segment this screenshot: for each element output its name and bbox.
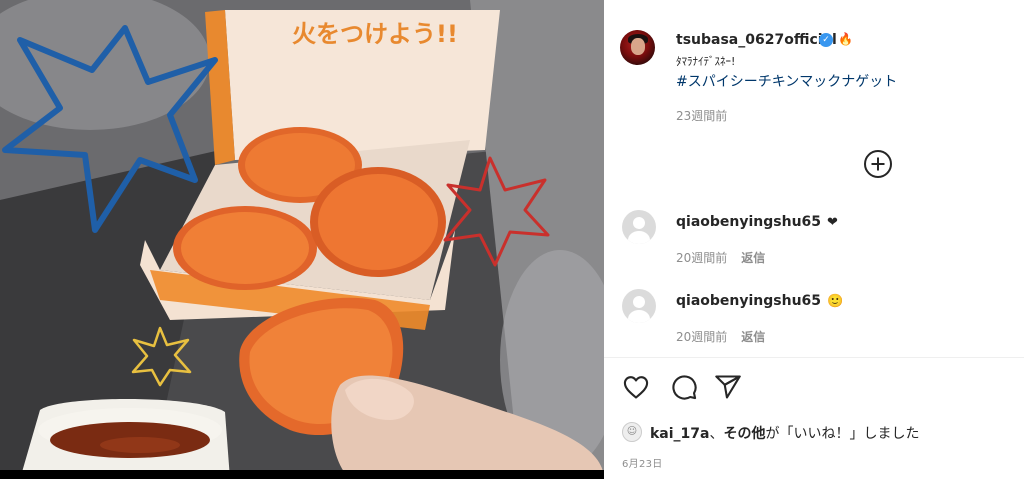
post-time-ago: 23週間前 xyxy=(676,109,728,123)
liker-username[interactable]: kai_17a xyxy=(650,426,710,442)
post-photo-artwork xyxy=(0,0,604,479)
likes-others-link[interactable]: その他 xyxy=(724,426,766,442)
likes-suffix: が「いいね！」しました xyxy=(765,426,920,442)
post-detail-panel: tsubasa_0627official ✓ 🔥 ﾀﾏﾗﾅｲﾃﾞｽﾈｰ! #スパ… xyxy=(604,0,1024,479)
paper-plane-icon[interactable] xyxy=(714,373,742,401)
likes-summary: ☺ kai_17a、その他が「いいね！」しました xyxy=(622,421,1012,443)
commenter-username[interactable]: qiaobenyingshu65 xyxy=(676,214,821,230)
author-username[interactable]: tsubasa_0627official xyxy=(676,32,837,48)
plus-circle-icon[interactable] xyxy=(864,150,892,178)
reply-button[interactable]: 返信 xyxy=(741,251,765,265)
comment-text: 🙂 xyxy=(827,294,844,309)
comment-time-ago: 20週間前 xyxy=(676,251,728,265)
comment-item: qiaobenyingshu65 🙂 20週間前 返信 xyxy=(620,289,1010,349)
commenter-avatar[interactable] xyxy=(622,289,656,323)
section-divider xyxy=(604,357,1024,358)
author-avatar[interactable] xyxy=(620,30,655,65)
comment-time-ago: 20週間前 xyxy=(676,330,728,344)
commenter-username[interactable]: qiaobenyingshu65 xyxy=(676,293,821,309)
post-hashtag-link[interactable]: #スパイシーチキンマックナゲット xyxy=(676,71,897,91)
liker-avatar[interactable]: ☺ xyxy=(622,422,642,442)
comment-bubble-icon[interactable] xyxy=(670,373,698,401)
verified-badge-icon: ✓ xyxy=(819,33,833,47)
reply-button[interactable]: 返信 xyxy=(741,330,765,344)
photo-box-print-text: 火をつけよう!! xyxy=(292,20,458,48)
post-caption: ﾀﾏﾗﾅｲﾃﾞｽﾈｰ! xyxy=(676,55,736,68)
commenter-avatar[interactable] xyxy=(622,210,656,244)
action-bar xyxy=(620,373,820,401)
author-emoji: 🔥 xyxy=(838,32,853,46)
post-photo[interactable]: 火をつけよう!! xyxy=(0,0,604,479)
comment-text: ❤ xyxy=(827,215,838,230)
comment-item: qiaobenyingshu65 ❤ 20週間前 返信 xyxy=(620,210,1010,270)
post-date[interactable]: 6月23日 xyxy=(622,455,663,470)
heart-icon[interactable] xyxy=(622,373,650,401)
